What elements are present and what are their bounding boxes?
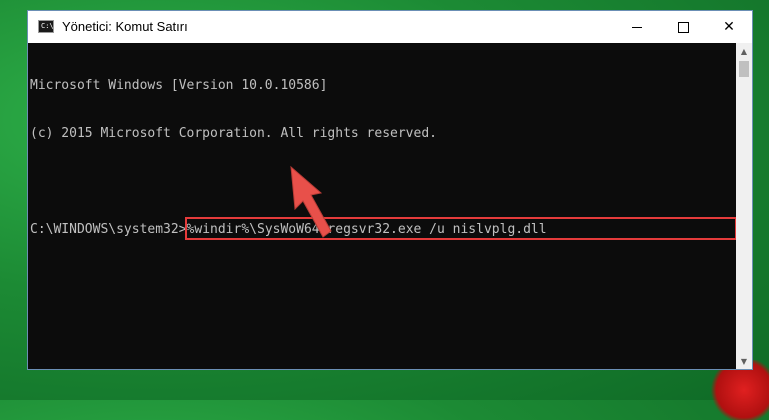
- maximize-button[interactable]: [660, 11, 706, 43]
- console-line-copyright: (c) 2015 Microsoft Corporation. All righ…: [30, 126, 437, 141]
- command-prompt-window[interactable]: C:\ Yönetici: Komut Satırı ✕ Microsoft W…: [27, 10, 753, 370]
- title-bar[interactable]: C:\ Yönetici: Komut Satırı ✕: [28, 11, 752, 43]
- scroll-up-icon[interactable]: ▲: [736, 43, 752, 59]
- vertical-scrollbar[interactable]: ▲ ▼: [736, 43, 752, 369]
- window-title: Yönetici: Komut Satırı: [62, 19, 188, 34]
- command-line[interactable]: C:\WINDOWS\system32> %windir%\SysWoW64\re…: [30, 217, 737, 240]
- minimize-button[interactable]: [614, 11, 660, 43]
- scroll-down-icon[interactable]: ▼: [736, 353, 752, 369]
- close-icon: ✕: [723, 19, 735, 35]
- console-output[interactable]: Microsoft Windows [Version 10.0.10586] (…: [28, 43, 737, 369]
- maximize-icon: [677, 21, 689, 33]
- console-prompt: C:\WINDOWS\system32>: [30, 222, 187, 237]
- command-highlight-box: [185, 217, 737, 240]
- minimize-icon: [632, 26, 642, 28]
- scrollbar-thumb[interactable]: [739, 61, 749, 77]
- close-button[interactable]: ✕: [706, 11, 752, 43]
- console-line-version: Microsoft Windows [Version 10.0.10586]: [30, 78, 328, 93]
- pointer-arrow: [290, 165, 332, 238]
- cmd-icon: C:\: [38, 20, 54, 33]
- cmd-icon-label: C:\: [41, 22, 54, 30]
